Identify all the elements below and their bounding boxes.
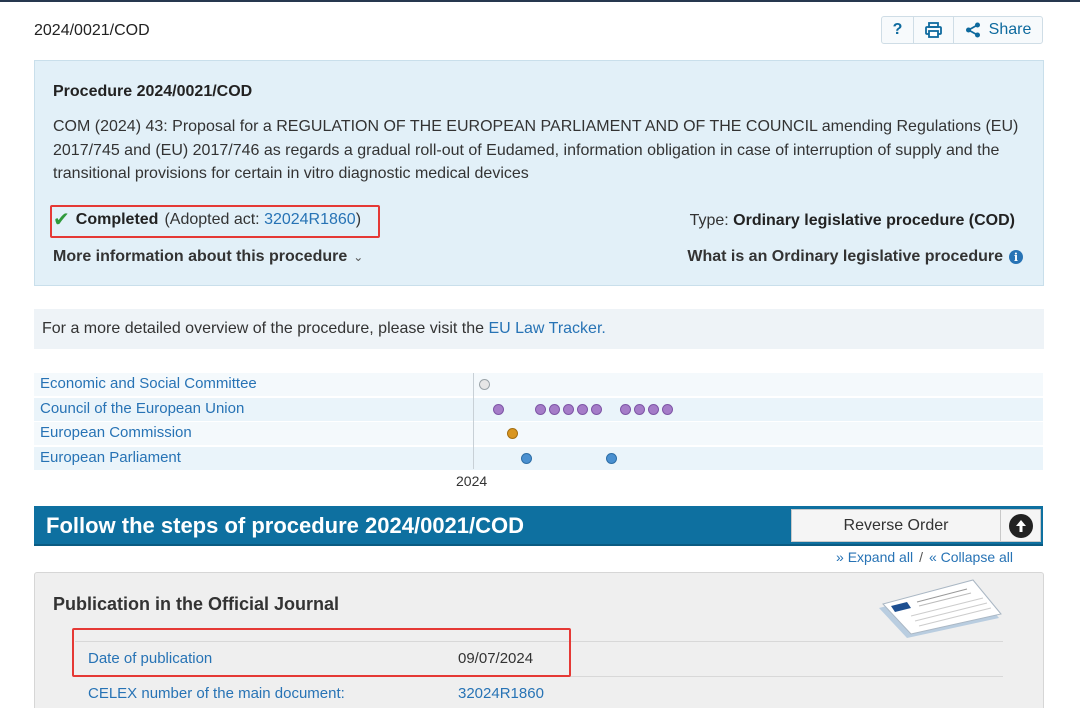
- timeline-event-dot[interactable]: [521, 452, 532, 464]
- timeline-year-label: 2024: [456, 473, 488, 489]
- steps-header: Follow the steps of procedure 2024/0021/…: [34, 506, 1043, 546]
- info-icon: i: [1009, 250, 1023, 264]
- collapse-all-link[interactable]: « Collapse all: [929, 549, 1013, 565]
- timeline-event-dot[interactable]: [606, 452, 617, 464]
- more-info-toggle[interactable]: More information about this procedure ⌄: [53, 248, 363, 266]
- timeline-event-dot[interactable]: [577, 403, 588, 415]
- timeline-row-council: Council of the European Union: [34, 397, 1043, 421]
- double-chevron-down-icon: »: [836, 549, 844, 565]
- reverse-order-icon-wrap: [1000, 509, 1040, 542]
- type-value: Ordinary legislative procedure (COD): [733, 212, 1015, 229]
- top-border: [0, 0, 1080, 2]
- page-reference: 2024/0021/COD: [34, 22, 150, 39]
- procedure-description: COM (2024) 43: Proposal for a REGULATION…: [53, 118, 1019, 182]
- timeline-event-dot[interactable]: [535, 403, 546, 415]
- collapse-all-label: Collapse all: [940, 549, 1014, 565]
- timeline-event-dot[interactable]: [479, 379, 490, 390]
- timeline-event-dot[interactable]: [662, 403, 673, 415]
- timeline-event-dot[interactable]: [507, 428, 518, 439]
- timeline-row-eesc: Economic and Social Committee: [34, 373, 1043, 396]
- procedure-summary: Procedure 2024/0021/COD COM (2024) 43: P…: [34, 60, 1044, 286]
- timeline-row-parliament: European Parliament: [34, 446, 1043, 470]
- law-tracker-notice: For a more detailed overview of the proc…: [34, 309, 1044, 349]
- procedure-type: Type: Ordinary legislative procedure (CO…: [690, 212, 1015, 230]
- timeline-event-dot[interactable]: [563, 403, 574, 415]
- publication-row-celex: CELEX number of the main document: 32024…: [75, 676, 1003, 708]
- expand-all-label: Expand all: [847, 549, 914, 565]
- printer-icon: [925, 22, 942, 38]
- steps-title: Follow the steps of procedure 2024/0021/…: [46, 513, 525, 538]
- chevron-down-icon: ⌄: [353, 250, 364, 264]
- double-chevron-up-icon: «: [928, 549, 937, 565]
- timeline-label-parliament[interactable]: European Parliament: [40, 449, 181, 466]
- toolbar: ? Share: [881, 16, 1043, 44]
- timeline-event-dot[interactable]: [634, 403, 645, 415]
- help-button[interactable]: ?: [882, 17, 914, 43]
- share-button[interactable]: Share: [954, 17, 1042, 43]
- highlight-box-status: [50, 205, 380, 238]
- official-journal-image: [879, 579, 1002, 638]
- reverse-order-button[interactable]: Reverse Order: [791, 509, 1041, 542]
- more-info-label: More information about this procedure: [53, 248, 348, 265]
- timeline-label-council[interactable]: Council of the European Union: [40, 400, 244, 417]
- timeline-axis: [473, 373, 474, 469]
- share-icon: [965, 22, 980, 38]
- timeline-label-eesc[interactable]: Economic and Social Committee: [40, 375, 257, 392]
- timeline-label-commission[interactable]: European Commission: [40, 424, 192, 441]
- print-button[interactable]: [914, 17, 954, 43]
- celex-label: CELEX number of the main document:: [88, 685, 345, 702]
- reverse-order-label: Reverse Order: [843, 516, 949, 534]
- celex-link[interactable]: 32024R1860: [458, 685, 544, 702]
- share-label: Share: [988, 21, 1032, 38]
- expand-collapse-separator: /: [919, 549, 923, 565]
- timeline-row-commission: European Commission: [34, 422, 1043, 445]
- what-is-label: What is an Ordinary legislative procedur…: [687, 248, 1003, 265]
- timeline-event-dot[interactable]: [648, 403, 659, 415]
- law-tracker-sentence: For a more detailed overview of the proc…: [42, 320, 489, 337]
- arrow-up-circle-icon: [1008, 513, 1033, 538]
- timeline-event-dot[interactable]: [620, 403, 631, 415]
- type-prefix: Type:: [689, 212, 734, 229]
- what-is-olp-link[interactable]: What is an Ordinary legislative procedur…: [687, 248, 1023, 266]
- expand-collapse-controls: » Expand all / « Collapse all: [836, 549, 1013, 565]
- timeline-event-dot[interactable]: [591, 403, 602, 415]
- publication-title: Publication in the Official Journal: [53, 594, 340, 614]
- timeline-event-dot[interactable]: [493, 403, 504, 415]
- procedure-title: Procedure 2024/0021/COD: [53, 83, 253, 100]
- law-tracker-text: For a more detailed overview of the proc…: [42, 320, 606, 338]
- eu-law-tracker-link[interactable]: EU Law Tracker.: [488, 320, 605, 337]
- procedure-timeline: Economic and Social Committee Council of…: [34, 373, 1043, 471]
- timeline-event-dot[interactable]: [549, 403, 560, 415]
- highlight-box-publication-date: [72, 628, 571, 677]
- expand-all-link[interactable]: » Expand all: [836, 549, 913, 565]
